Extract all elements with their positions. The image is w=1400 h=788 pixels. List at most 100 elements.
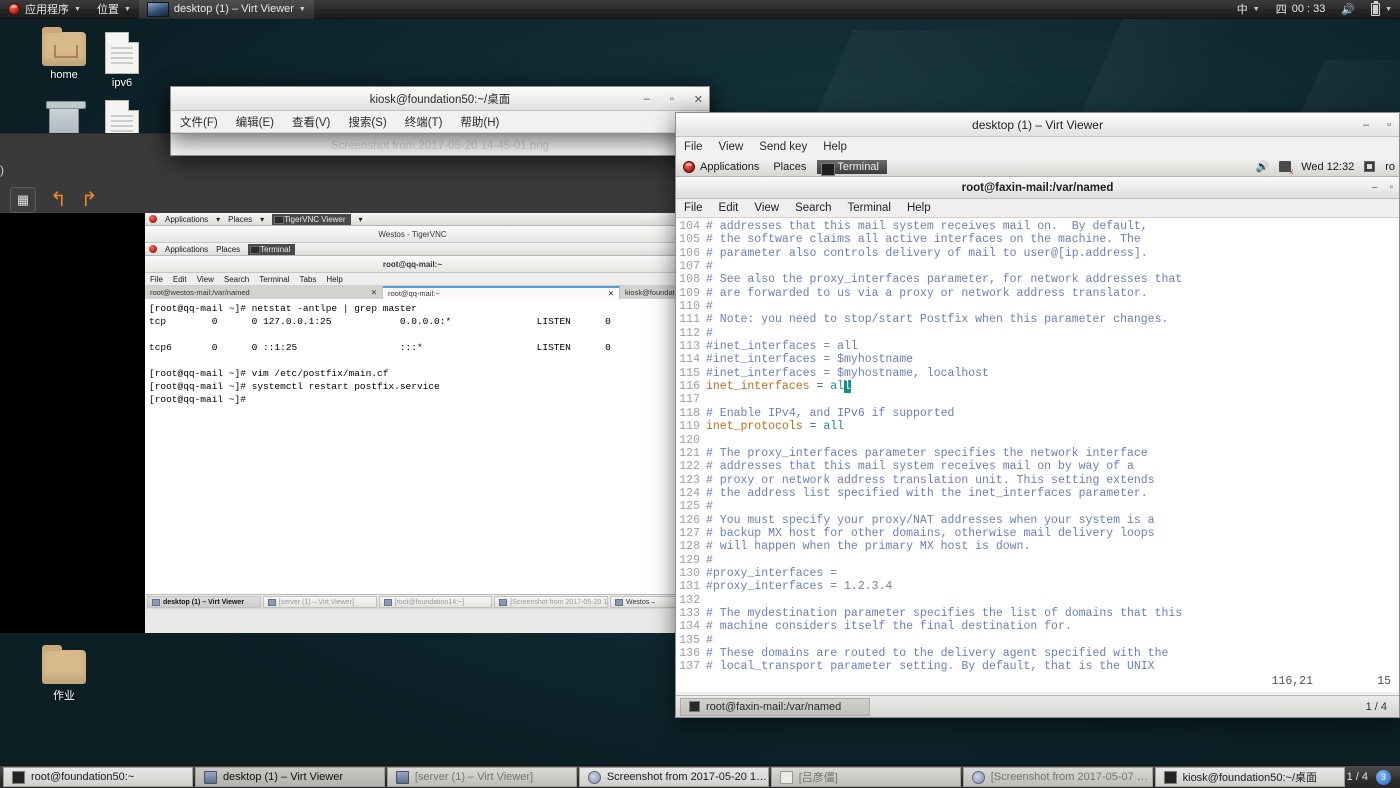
guest-applications-menu[interactable]: Applications: [676, 157, 766, 177]
taskbar-item-screenshot-2017-05-07[interactable]: [Screenshot from 2017-05-07 …: [962, 767, 1153, 787]
nested-tab-kiosk[interactable]: kiosk@foundat: [620, 286, 680, 299]
desktop-icon-label: ipv6: [111, 77, 133, 89]
nested-taskbar-item[interactable]: [server (1) – Virt Viewer]: [262, 596, 377, 608]
taskbar-item-desktop-virt-viewer[interactable]: desktop (1) – Virt Viewer: [194, 767, 385, 787]
vim-line: 108 # See also the proxy_interfaces param…: [676, 273, 1399, 286]
guest-terminal-titlebar[interactable]: root@faxin-mail:/var/named – ▫: [676, 177, 1399, 199]
vv-menu-file[interactable]: File: [676, 140, 711, 154]
nested-menu-search[interactable]: Search: [219, 275, 254, 284]
guest-menu-view[interactable]: View: [746, 201, 787, 215]
close-icon[interactable]: ✕: [694, 93, 703, 106]
guest-places-menu[interactable]: Places: [766, 157, 813, 177]
kiosk-titlebar[interactable]: kiosk@foundation50:~/桌面 – ▫ ✕: [171, 87, 709, 111]
vim-line: 109 # are forwarded to us via a proxy or …: [676, 287, 1399, 300]
virt-viewer-titlebar[interactable]: desktop (1) – Virt Viewer – ▫: [676, 113, 1399, 137]
vim-line-text: # will happen when the primary MX host i…: [706, 540, 1031, 554]
nested-taskbar-item[interactable]: [root@foundation14:~]: [378, 596, 493, 608]
nested-taskbar-item[interactable]: [Screenshot from 2017-05-20 1…: [494, 596, 608, 608]
panel-window-menu[interactable]: desktop (1) – Virt Viewer ▼: [138, 0, 314, 19]
taskbar-label: [吕彦僵]: [798, 772, 838, 784]
kiosk-menu-view[interactable]: 查看(V): [283, 112, 339, 132]
kiosk-menu-terminal[interactable]: 终端(T): [396, 112, 452, 132]
workspace-count: 1 / 4: [1346, 771, 1368, 783]
screen: 应用程序 ▼ 位置 ▼ desktop (1) – Virt Viewer ▼ …: [0, 0, 1400, 788]
minimize-icon[interactable]: –: [1363, 119, 1369, 131]
maximize-icon[interactable]: ▫: [1387, 119, 1391, 131]
taskbar-item-server-virt-viewer[interactable]: [server (1) – Virt Viewer]: [386, 767, 577, 787]
nested-menu-tabs[interactable]: Tabs: [294, 275, 321, 284]
vim-line: 113 #inet_interfaces = all: [676, 340, 1399, 353]
vv-menu-sendkey[interactable]: Send key: [751, 140, 815, 154]
speaker-icon[interactable]: 🔊: [1256, 160, 1270, 173]
desktop-icon-zuoye[interactable]: 作业: [28, 645, 100, 703]
nested-menu-edit[interactable]: Edit: [168, 275, 192, 284]
kiosk-menu-search[interactable]: 搜索(S): [339, 112, 395, 132]
nested-tab-westos-mail[interactable]: root@westos-mail:/var/named ✕: [145, 286, 383, 299]
vv-menu-view[interactable]: View: [711, 140, 752, 154]
guest-menu-file[interactable]: File: [676, 201, 711, 215]
maximize-icon[interactable]: ▫: [670, 93, 674, 105]
taskbar-label: root@foundation50:~: [31, 771, 135, 783]
rotate-right-icon[interactable]: ↱: [81, 190, 98, 210]
input-method-indicator[interactable]: 中 ▼: [1229, 0, 1268, 19]
kiosk-menu-help[interactable]: 帮助(H): [451, 112, 508, 132]
vim-line: 115 #inet_interfaces = $myhostname, local…: [676, 367, 1399, 380]
nested-tab-qq-mail[interactable]: root@qq-mail:~ ✕: [383, 286, 620, 299]
vim-line-number: 128: [679, 540, 700, 554]
taskbar-item-document[interactable]: [吕彦僵]: [770, 767, 961, 787]
nested-taskbar-label: [server (1) – Virt Viewer]: [278, 598, 354, 606]
vv-menu-help[interactable]: Help: [815, 140, 855, 154]
nested-task-terminal[interactable]: Terminal: [248, 243, 296, 255]
applications-label: 应用程序: [25, 4, 69, 16]
vim-line: 135 #: [676, 634, 1399, 647]
user-icon[interactable]: [1364, 161, 1376, 172]
guest-taskbar: root@faxin-mail:/var/named 1 / 4: [676, 695, 1399, 717]
vim-editor-buffer[interactable]: 104 # addresses that this mail system rec…: [676, 218, 1399, 674]
nested-taskbar-item[interactable]: Westos –: [610, 596, 678, 608]
kiosk-menu-edit[interactable]: 编辑(E): [227, 112, 283, 132]
guest-menu-search[interactable]: Search: [787, 201, 839, 215]
panel-places-menu[interactable]: 位置 ▼: [89, 0, 139, 19]
nested-menu-terminal[interactable]: Terminal: [254, 275, 294, 284]
battery-indicator[interactable]: ▼: [1363, 0, 1400, 19]
minimize-icon[interactable]: –: [1372, 182, 1378, 193]
clock-day: 四: [1275, 4, 1287, 16]
volume-indicator[interactable]: 🔊: [1333, 0, 1363, 19]
guest-clock[interactable]: Wed 12:32: [1301, 161, 1354, 173]
guest-taskbar-item[interactable]: root@faxin-mail:/var/named: [680, 697, 870, 716]
nested-taskbar-label: [Screenshot from 2017-05-20 1…: [510, 598, 608, 606]
nested-menu-help[interactable]: Help: [321, 275, 347, 284]
fedora-logo-icon: [149, 245, 157, 253]
taskbar-item-kiosk-foundation50[interactable]: kiosk@foundation50:~/桌面: [1154, 767, 1345, 787]
guest-task-terminal[interactable]: Terminal: [817, 159, 887, 176]
vim-line: 133 # The mydestination parameter specifi…: [676, 607, 1399, 620]
gallery-icon[interactable]: ▦: [10, 187, 36, 213]
desktop-icon-ipv6[interactable]: ipv6: [86, 32, 158, 89]
nested-menu-view[interactable]: View: [192, 275, 219, 284]
workspace-badge[interactable]: 3: [1376, 769, 1391, 785]
panel-applications-menu[interactable]: 应用程序 ▼: [0, 0, 89, 19]
vim-line-number: 133: [679, 606, 700, 620]
kiosk-menu-file[interactable]: 文件(F): [171, 112, 227, 132]
kiosk-window-title: kiosk@foundation50:~/桌面: [369, 93, 511, 106]
guest-terminal-menubar: File Edit View Search Terminal Help: [676, 199, 1399, 218]
guest-menu-edit[interactable]: Edit: [711, 201, 747, 215]
network-disconnected-icon[interactable]: [1279, 161, 1293, 176]
nested-terminal-output[interactable]: [root@qq-mail ~]# netstat -antlpe | grep…: [145, 299, 680, 617]
guest-menu-terminal[interactable]: Terminal: [840, 201, 899, 215]
maximize-icon[interactable]: ▫: [1389, 182, 1393, 193]
taskbar-item-screenshot-2017-05-20[interactable]: Screenshot from 2017-05-20 1…: [578, 767, 769, 787]
close-icon[interactable]: ✕: [608, 289, 614, 298]
close-icon[interactable]: ✕: [371, 288, 377, 297]
nested-menu-file[interactable]: File: [145, 275, 168, 284]
guest-menu-help[interactable]: Help: [899, 201, 939, 215]
rotate-left-icon[interactable]: ↰: [50, 190, 67, 210]
monitor-icon: [395, 770, 409, 784]
nested-inner-places-label: Places: [216, 244, 241, 254]
nested-taskbar-item[interactable]: desktop (1) – Virt Viewer: [147, 596, 261, 608]
panel-clock[interactable]: 四 00 : 33: [1268, 0, 1334, 19]
minimize-icon[interactable]: –: [644, 93, 650, 105]
taskbar-item-root-foundation50[interactable]: root@foundation50:~: [3, 767, 193, 787]
vim-line: 121 # The proxy_interfaces parameter spec…: [676, 447, 1399, 460]
nested-task-tigervnc[interactable]: TigerVNC Viewer: [272, 213, 351, 225]
